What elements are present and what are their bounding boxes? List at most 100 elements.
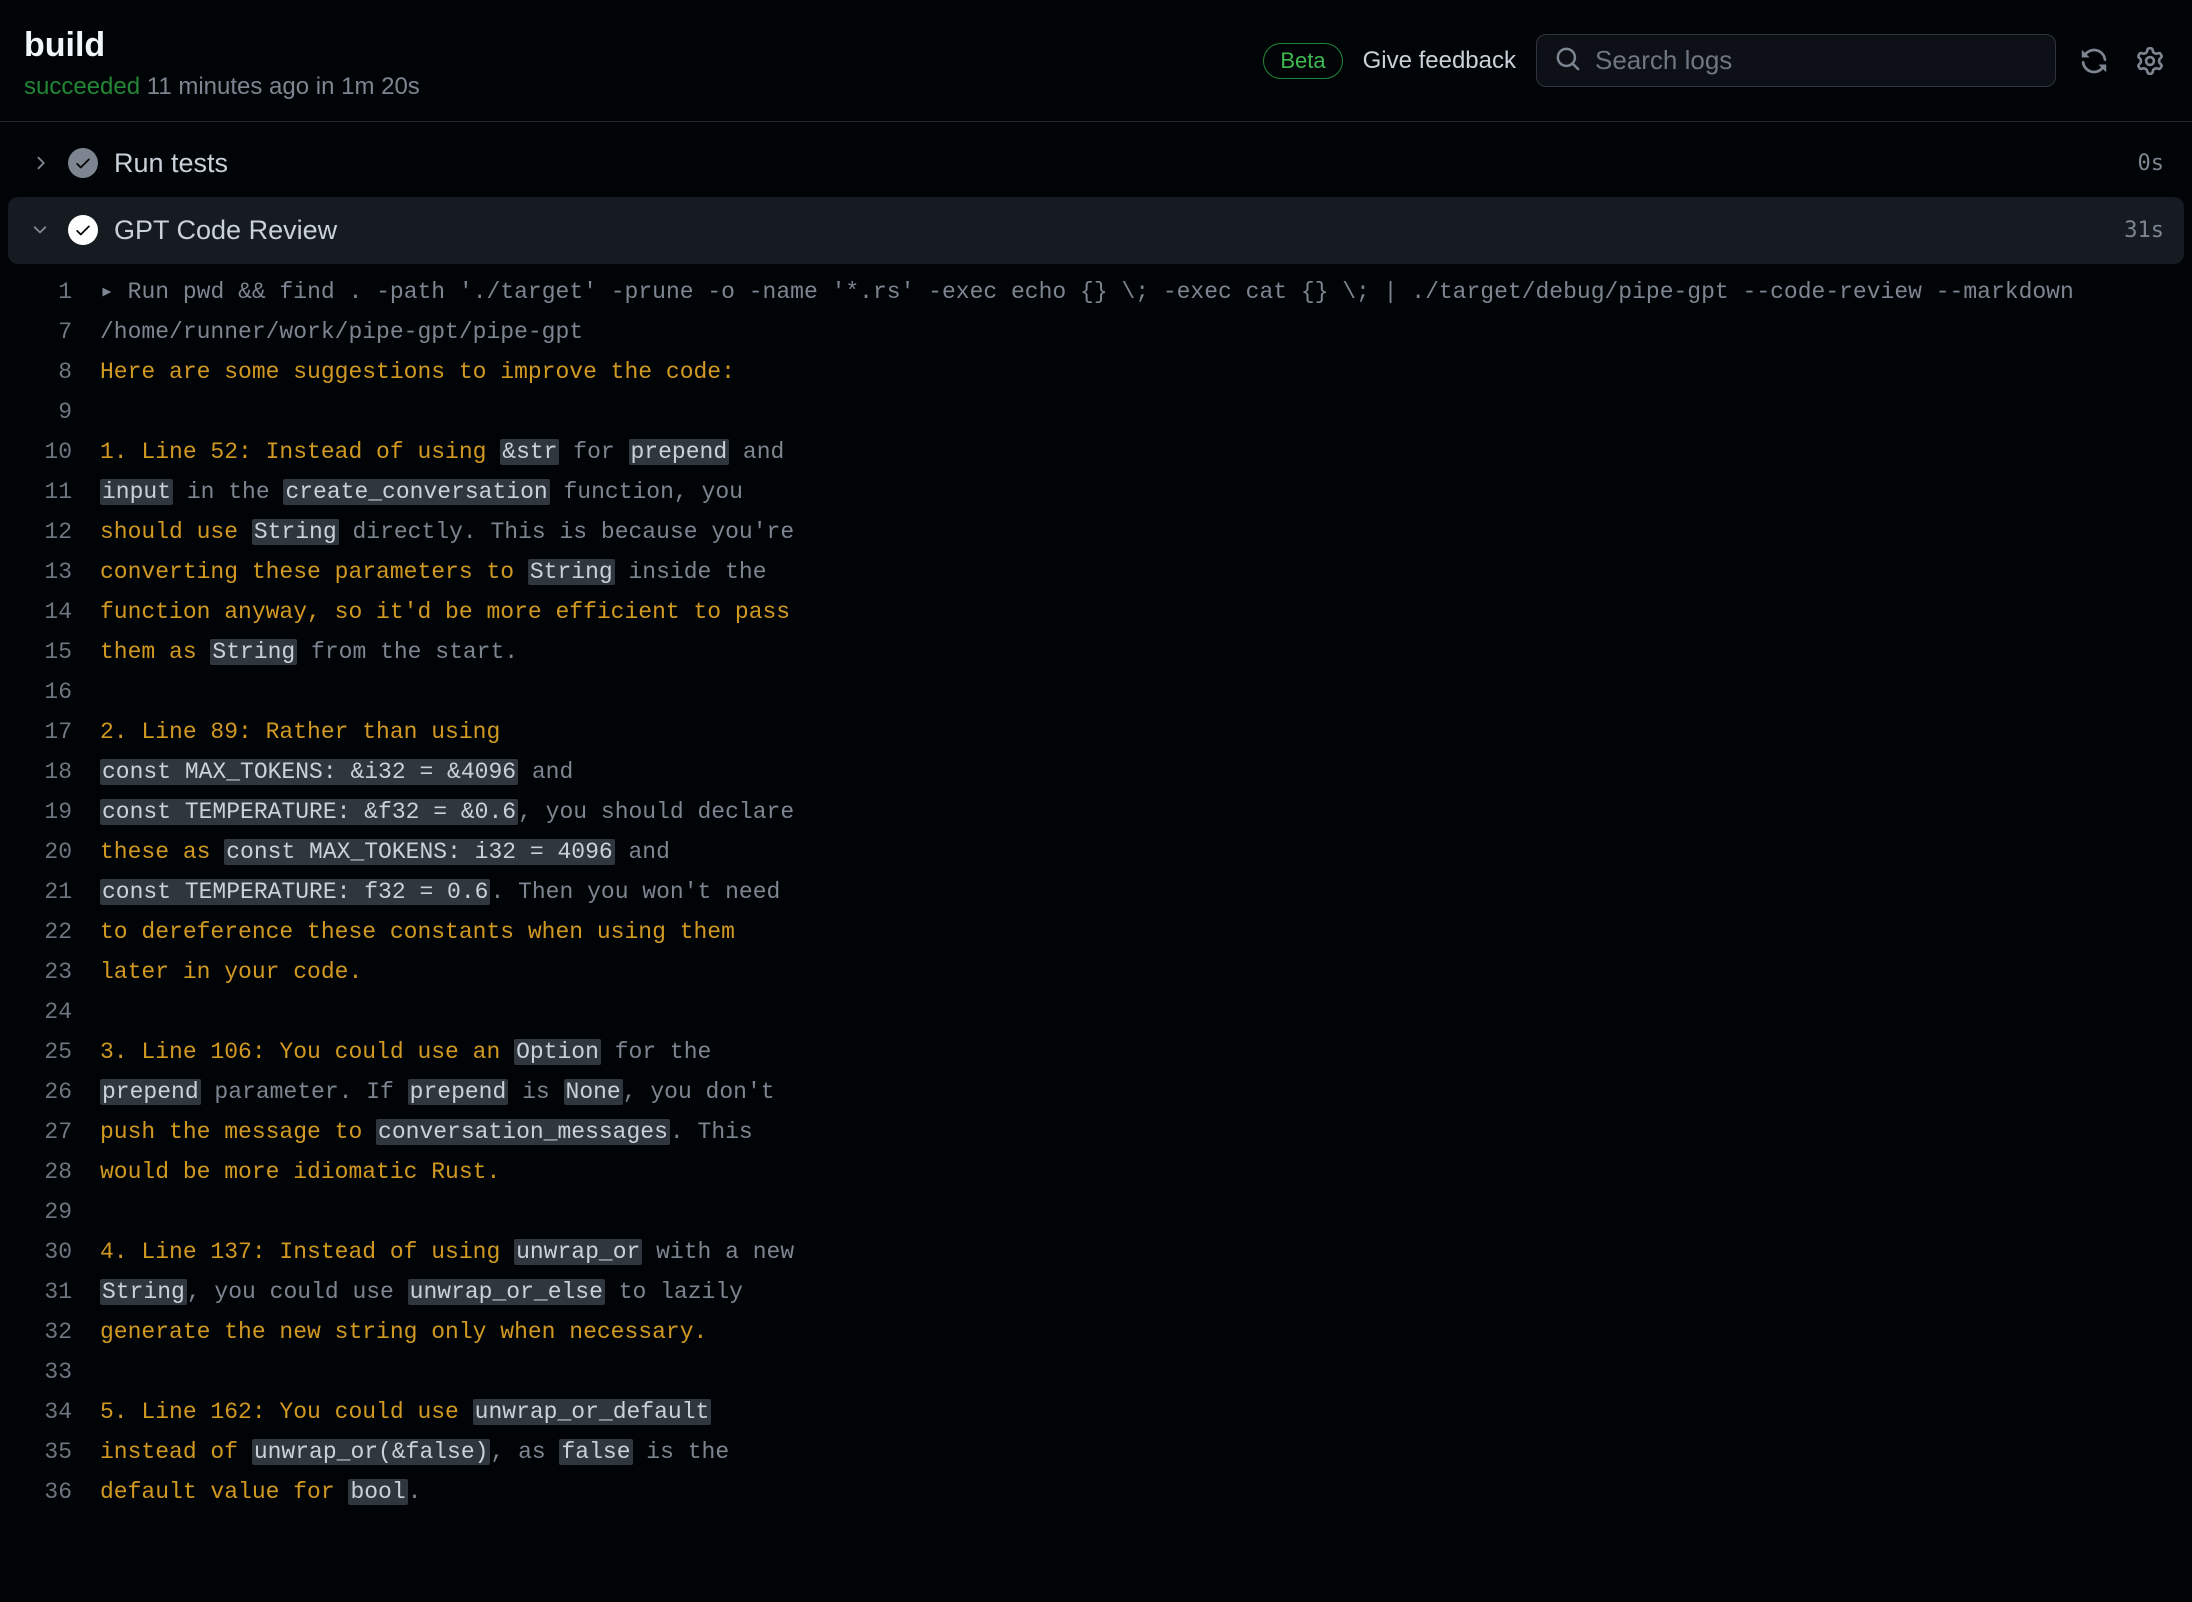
status-line: succeeded 11 minutes ago in 1m 20s xyxy=(24,73,420,101)
refresh-button[interactable] xyxy=(2076,43,2112,79)
log-token: function anyway, so it'd be more efficie… xyxy=(100,599,790,625)
log-line: 14function anyway, so it'd be more effic… xyxy=(10,592,2182,632)
log-token: default value for xyxy=(100,1479,348,1505)
log-line: 22to dereference these constants when us… xyxy=(10,912,2182,952)
log-line: 35instead of unwrap_or(&false), as false… xyxy=(10,1432,2182,1472)
line-number: 9 xyxy=(10,392,100,432)
log-token: for xyxy=(559,439,628,465)
log-token: and xyxy=(518,759,573,785)
page-title: build xyxy=(24,24,420,67)
line-number: 25 xyxy=(10,1032,100,1072)
log-token: push the message to xyxy=(100,1119,376,1145)
log-line: 13converting these parameters to String … xyxy=(10,552,2182,592)
log-token: with a new xyxy=(642,1239,794,1265)
settings-button[interactable] xyxy=(2132,43,2168,79)
line-number: 8 xyxy=(10,352,100,392)
log-token: function, you xyxy=(550,479,743,505)
header-left: build succeeded 11 minutes ago in 1m 20s xyxy=(24,24,420,101)
line-content: to dereference these constants when usin… xyxy=(100,912,2182,952)
log-token: String xyxy=(210,639,297,665)
log-line: 24 xyxy=(10,992,2182,1032)
line-number: 22 xyxy=(10,912,100,952)
line-number: 17 xyxy=(10,712,100,752)
log-token: and xyxy=(729,439,784,465)
line-content: should use String directly. This is beca… xyxy=(100,512,2182,552)
log-line: 16 xyxy=(10,672,2182,712)
log-token: create_conversation xyxy=(283,479,549,505)
log-token: is xyxy=(508,1079,563,1105)
log-line: 253. Line 106: You could use an Option f… xyxy=(10,1032,2182,1072)
log-token: is the xyxy=(633,1439,730,1465)
log-token: generate the new string only when necess… xyxy=(100,1319,707,1345)
line-number: 1 xyxy=(10,272,100,312)
line-content: default value for bool. xyxy=(100,1472,2182,1512)
log-token: should use xyxy=(100,519,252,545)
line-number: 13 xyxy=(10,552,100,592)
log-token: and xyxy=(615,839,670,865)
log-line: 8Here are some suggestions to improve th… xyxy=(10,352,2182,392)
beta-badge: Beta xyxy=(1263,43,1342,79)
line-number: 29 xyxy=(10,1192,100,1232)
log-token: 2. Line 89: Rather than using xyxy=(100,719,500,745)
check-icon xyxy=(68,148,98,178)
line-content: later in your code. xyxy=(100,952,2182,992)
log-token: prepend xyxy=(629,439,730,465)
log-line: 36default value for bool. xyxy=(10,1472,2182,1512)
log-line: 9 xyxy=(10,392,2182,432)
line-content: 3. Line 106: You could use an Option for… xyxy=(100,1032,2182,1072)
log-token: input xyxy=(100,479,173,505)
line-number: 15 xyxy=(10,632,100,672)
log-line: 32generate the new string only when nece… xyxy=(10,1312,2182,1352)
line-number: 12 xyxy=(10,512,100,552)
log-line: 23later in your code. xyxy=(10,952,2182,992)
line-number: 10 xyxy=(10,432,100,472)
line-content: them as String from the start. xyxy=(100,632,2182,672)
line-content: converting these parameters to String in… xyxy=(100,552,2182,592)
log-line: 19const TEMPERATURE: &f32 = &0.6, you sh… xyxy=(10,792,2182,832)
log-token: would be more idiomatic Rust. xyxy=(100,1159,500,1185)
steps-list: Run tests0sGPT Code Review31s xyxy=(0,122,2192,272)
line-content: 2. Line 89: Rather than using xyxy=(100,712,2182,752)
line-content: these as const MAX_TOKENS: i32 = 4096 an… xyxy=(100,832,2182,872)
log-line: 11input in the create_conversation funct… xyxy=(10,472,2182,512)
header: build succeeded 11 minutes ago in 1m 20s… xyxy=(0,0,2192,122)
search-box[interactable] xyxy=(1536,34,2056,87)
chevron-right-icon xyxy=(28,151,52,175)
line-number: 34 xyxy=(10,1392,100,1432)
log-line: 26prepend parameter. If prepend is None,… xyxy=(10,1072,2182,1112)
log-token: to lazily xyxy=(605,1279,743,1305)
line-number: 21 xyxy=(10,872,100,912)
log-token: inside the xyxy=(615,559,767,585)
give-feedback-link[interactable]: Give feedback xyxy=(1363,47,1516,75)
log-token: , you don't xyxy=(623,1079,775,1105)
chevron-down-icon xyxy=(28,218,52,242)
log-token: them as xyxy=(100,639,210,665)
line-content: instead of unwrap_or(&false), as false i… xyxy=(100,1432,2182,1472)
log-token: String xyxy=(528,559,615,585)
log-token: unwrap_or(&false) xyxy=(252,1439,491,1465)
log-token: , you could use xyxy=(187,1279,408,1305)
log-token: &str xyxy=(500,439,559,465)
line-number: 26 xyxy=(10,1072,100,1112)
step-row[interactable]: Run tests0s xyxy=(8,130,2184,197)
step-time: 31s xyxy=(2124,218,2164,243)
line-number: 23 xyxy=(10,952,100,992)
line-number: 28 xyxy=(10,1152,100,1192)
header-right: Beta Give feedback xyxy=(1263,34,2168,87)
log-token: , as xyxy=(490,1439,559,1465)
log-line: 21const TEMPERATURE: f32 = 0.6. Then you… xyxy=(10,872,2182,912)
log-token: const TEMPERATURE: &f32 = &0.6 xyxy=(100,799,518,825)
line-content: /home/runner/work/pipe-gpt/pipe-gpt xyxy=(100,312,2182,352)
log-line: 172. Line 89: Rather than using xyxy=(10,712,2182,752)
log-token: unwrap_or_default xyxy=(473,1399,712,1425)
search-input[interactable] xyxy=(1595,45,2037,76)
line-content: const TEMPERATURE: f32 = 0.6. Then you w… xyxy=(100,872,2182,912)
line-number: 16 xyxy=(10,672,100,712)
log-token: for the xyxy=(601,1039,711,1065)
step-row[interactable]: GPT Code Review31s xyxy=(8,197,2184,264)
log-token: instead of xyxy=(100,1439,252,1465)
search-icon xyxy=(1555,46,1581,75)
log-line: 101. Line 52: Instead of using &str for … xyxy=(10,432,2182,472)
log-line: 304. Line 137: Instead of using unwrap_o… xyxy=(10,1232,2182,1272)
log-token: None xyxy=(564,1079,623,1105)
